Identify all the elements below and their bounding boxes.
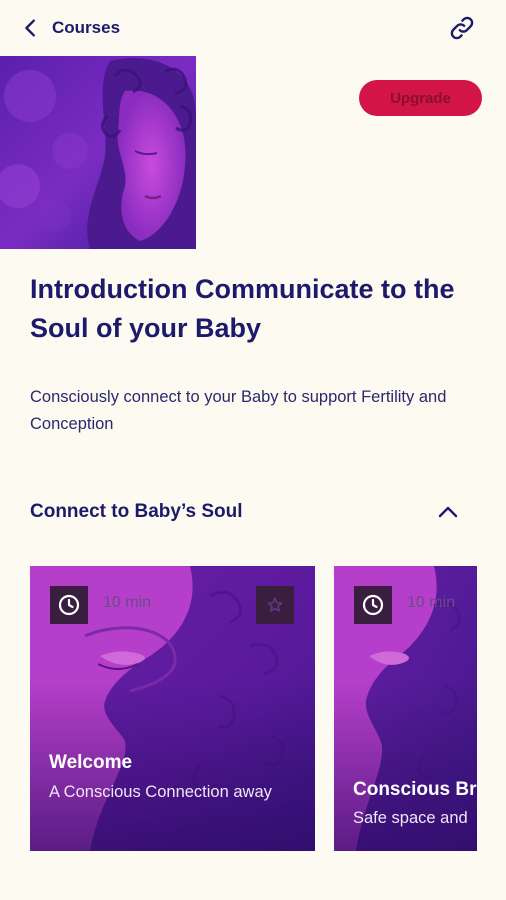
lesson-subtitle: A Conscious Connection away xyxy=(49,783,272,801)
star-icon xyxy=(267,597,283,612)
share-link-button[interactable] xyxy=(446,12,478,44)
lesson-card[interactable]: 10 min Welcome A Conscious Connection aw… xyxy=(30,566,315,851)
favorite-button[interactable] xyxy=(256,586,294,624)
back-button[interactable]: Courses xyxy=(20,12,120,44)
duration-badge xyxy=(354,586,392,624)
duration-badge xyxy=(50,586,88,624)
link-icon xyxy=(450,16,474,40)
course-title: Introduction Communicate to the Soul of … xyxy=(30,274,455,343)
lesson-title: Conscious Br xyxy=(353,779,477,800)
course-cover-image xyxy=(0,56,196,249)
lesson-duration: 10 min xyxy=(407,594,456,611)
section-title: Connect to Baby’s Soul xyxy=(30,501,243,522)
chevron-left-icon xyxy=(25,19,35,37)
upgrade-button[interactable]: Upgrade xyxy=(359,80,482,116)
clock-icon xyxy=(362,594,384,616)
lesson-duration: 10 min xyxy=(103,594,152,611)
clock-icon xyxy=(58,594,80,616)
course-description: Consciously connect to your Baby to supp… xyxy=(30,388,447,433)
lesson-title: Welcome xyxy=(49,752,133,773)
chevron-up-icon[interactable] xyxy=(436,500,460,524)
top-bar: Courses xyxy=(0,0,506,56)
lesson-subtitle: Safe space and xyxy=(353,809,468,827)
lesson-card[interactable]: 10 min Conscious Br Safe space and xyxy=(334,566,477,851)
back-label: Courses xyxy=(52,18,121,37)
section-header[interactable]: Connect to Baby’s Soul xyxy=(30,496,460,528)
